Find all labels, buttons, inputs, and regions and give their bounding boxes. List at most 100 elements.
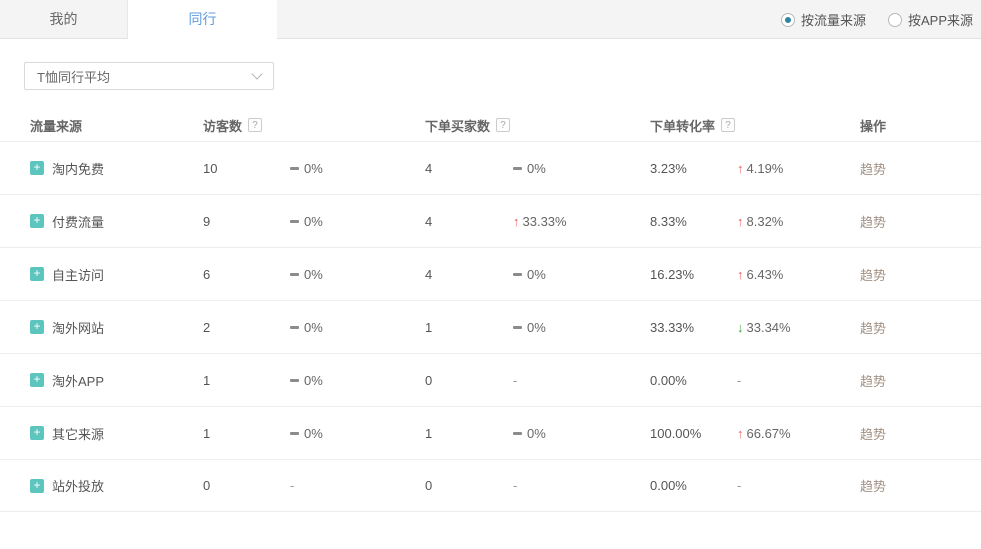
table-row: + 淘外APP 1 0% 0 - 0.00% - 趋势: [0, 353, 981, 406]
flat-icon: [290, 220, 299, 223]
table-row: + 自主访问 6 0% 4 0% 16.23% ↑ 6.43% 趋势: [0, 247, 981, 300]
buyers-change: 0%: [513, 267, 650, 282]
help-icon[interactable]: ?: [248, 118, 262, 132]
conversion-change: ↓ 33.34%: [737, 320, 860, 335]
buyers-value: 0: [425, 478, 513, 493]
expand-plus-icon[interactable]: +: [30, 161, 44, 175]
visitors-change: 0%: [290, 267, 425, 282]
visitors-change: 0%: [290, 373, 425, 388]
buyers-change: ↑ 33.33%: [513, 214, 650, 229]
buyers-value: 4: [425, 214, 513, 229]
trend-link[interactable]: 趋势: [860, 268, 886, 283]
source-label: 淘内免费: [52, 159, 104, 178]
expand-plus-icon[interactable]: +: [30, 426, 44, 440]
buyers-change: -: [513, 478, 650, 493]
source-label: 自主访问: [52, 265, 104, 284]
source-label: 其它来源: [52, 424, 104, 443]
visitors-value: 1: [203, 426, 290, 441]
radio-icon: [888, 13, 902, 27]
buyers-value: 0: [425, 373, 513, 388]
radio-icon: [781, 13, 795, 27]
source-cell: + 站外投放: [30, 476, 203, 495]
up-arrow-icon: ↑: [737, 426, 744, 441]
conversion-value: 3.23%: [650, 161, 737, 176]
conversion-change: ↑ 8.32%: [737, 214, 860, 229]
col-header-buyers: 下单买家数 ?: [425, 116, 513, 135]
conversion-value: 33.33%: [650, 320, 737, 335]
flat-icon: [290, 167, 299, 170]
flat-icon: [513, 326, 522, 329]
buyers-change: 0%: [513, 320, 650, 335]
col-header-actions: 操作: [860, 116, 981, 135]
expand-plus-icon[interactable]: +: [30, 373, 44, 387]
conversion-change: -: [737, 373, 860, 388]
conversion-change: ↑ 66.67%: [737, 426, 860, 441]
conversion-value: 0.00%: [650, 373, 737, 388]
trend-link[interactable]: 趋势: [860, 427, 886, 442]
table-row: + 站外投放 0 - 0 - 0.00% - 趋势: [0, 459, 981, 512]
up-arrow-icon: ↑: [737, 214, 744, 229]
conversion-change: ↑ 4.19%: [737, 161, 860, 176]
source-cell: + 其它来源: [30, 424, 203, 443]
col-header-source: 流量来源: [30, 116, 203, 135]
trend-link[interactable]: 趋势: [860, 374, 886, 389]
tab-mine[interactable]: 我的: [0, 0, 128, 39]
expand-plus-icon[interactable]: +: [30, 267, 44, 281]
table-row: + 淘外网站 2 0% 1 0% 33.33% ↓ 33.34% 趋势: [0, 300, 981, 353]
tab-peers[interactable]: 同行: [128, 0, 277, 40]
table-row: + 淘内免费 10 0% 4 0% 3.23% ↑ 4.19% 趋势: [0, 141, 981, 194]
trend-link[interactable]: 趋势: [860, 479, 886, 494]
source-label: 站外投放: [52, 476, 104, 495]
buyers-value: 4: [425, 267, 513, 282]
traffic-source-table: 流量来源 访客数 ? 下单买家数 ? 下单转化率 ? 操作 + 淘内免费 10 …: [0, 109, 981, 512]
table-row: + 付费流量 9 0% 4 ↑ 33.33% 8.33% ↑ 8.32% 趋势: [0, 194, 981, 247]
conversion-change: -: [737, 478, 860, 493]
col-header-conversion: 下单转化率 ?: [650, 116, 737, 135]
buyers-value: 1: [425, 426, 513, 441]
up-arrow-icon: ↑: [737, 161, 744, 176]
visitors-change: 0%: [290, 426, 425, 441]
trend-link[interactable]: 趋势: [860, 321, 886, 336]
flat-icon: [513, 432, 522, 435]
col-header-visitors: 访客数 ?: [203, 116, 290, 135]
up-arrow-icon: ↑: [737, 267, 744, 282]
visitors-value: 2: [203, 320, 290, 335]
peer-average-select[interactable]: T恤同行平均: [24, 62, 274, 90]
source-cell: + 淘内免费: [30, 159, 203, 178]
source-cell: + 淘外网站: [30, 318, 203, 337]
radio-by-app-source[interactable]: 按APP来源: [888, 10, 973, 29]
source-label: 淘外APP: [52, 371, 104, 390]
flat-icon: [290, 432, 299, 435]
source-label: 付费流量: [52, 212, 104, 231]
visitors-value: 0: [203, 478, 290, 493]
conversion-value: 16.23%: [650, 267, 737, 282]
radio-label: 按流量来源: [801, 10, 866, 29]
source-cell: + 付费流量: [30, 212, 203, 231]
source-cell: + 淘外APP: [30, 371, 203, 390]
expand-plus-icon[interactable]: +: [30, 320, 44, 334]
help-icon[interactable]: ?: [496, 118, 510, 132]
flat-icon: [290, 379, 299, 382]
expand-plus-icon[interactable]: +: [30, 214, 44, 228]
visitors-change: 0%: [290, 320, 425, 335]
up-arrow-icon: ↑: [513, 214, 520, 229]
buyers-change: 0%: [513, 426, 650, 441]
visitors-change: 0%: [290, 161, 425, 176]
tab-bar: 我的 同行 按流量来源 按APP来源: [0, 0, 981, 39]
conversion-value: 100.00%: [650, 426, 737, 441]
radio-by-traffic-source[interactable]: 按流量来源: [781, 10, 866, 29]
visitors-value: 6: [203, 267, 290, 282]
buyers-change: 0%: [513, 161, 650, 176]
trend-link[interactable]: 趋势: [860, 215, 886, 230]
help-icon[interactable]: ?: [721, 118, 735, 132]
visitors-value: 1: [203, 373, 290, 388]
down-arrow-icon: ↓: [737, 320, 744, 335]
conversion-value: 0.00%: [650, 478, 737, 493]
buyers-value: 1: [425, 320, 513, 335]
source-cell: + 自主访问: [30, 265, 203, 284]
visitors-value: 9: [203, 214, 290, 229]
expand-plus-icon[interactable]: +: [30, 479, 44, 493]
buyers-value: 4: [425, 161, 513, 176]
trend-link[interactable]: 趋势: [860, 162, 886, 177]
source-mode-radio-group: 按流量来源 按APP来源: [781, 0, 973, 39]
